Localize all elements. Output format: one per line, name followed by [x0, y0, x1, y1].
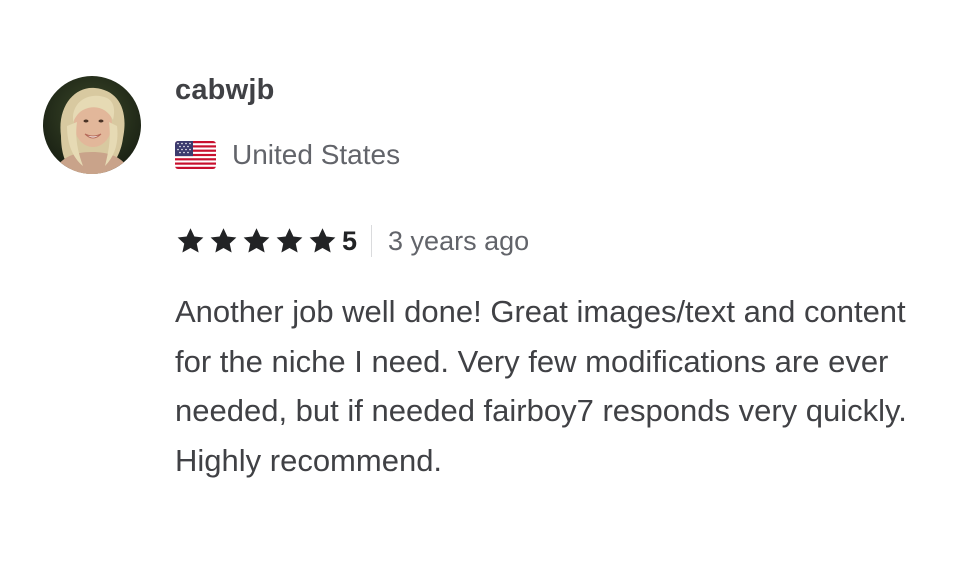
- star-rating: [175, 226, 340, 256]
- star-icon: [208, 226, 239, 256]
- rating-value: 5: [342, 225, 358, 256]
- username[interactable]: cabwjb: [175, 74, 275, 107]
- country-name: United States: [232, 139, 401, 170]
- avatar[interactable]: [43, 76, 141, 174]
- rating-row: 5 3 years ago: [175, 222, 529, 260]
- review-card: cabwjb United States 5 3 years ago Anoth…: [0, 0, 964, 581]
- avatar-image: [43, 76, 141, 174]
- review-text: Another job well done! Great images/text…: [175, 294, 907, 478]
- us-flag-icon: [175, 141, 216, 169]
- star-icon: [274, 226, 305, 256]
- review-time: 3 years ago: [388, 225, 530, 256]
- star-icon: [307, 226, 338, 256]
- divider: [371, 225, 373, 257]
- star-icon: [175, 226, 206, 256]
- star-icon: [241, 226, 272, 256]
- country-row: United States: [175, 138, 400, 172]
